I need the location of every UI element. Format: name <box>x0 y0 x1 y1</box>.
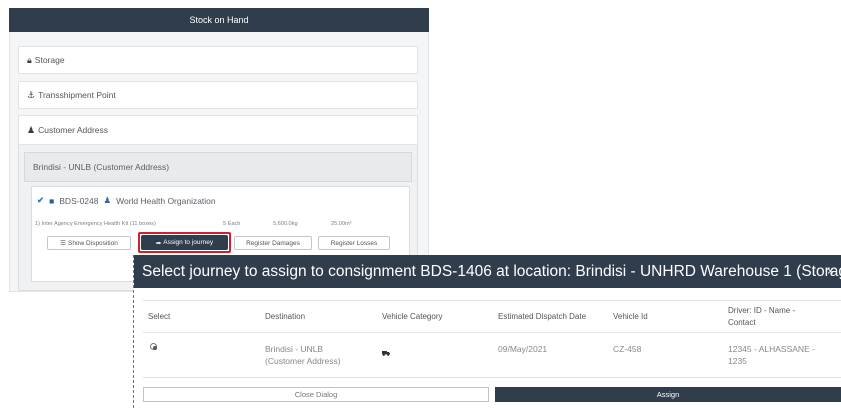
user-icon: ♟︎ <box>27 124 36 135</box>
dialog-title: Select journey to assign to consignment … <box>142 262 841 280</box>
check-icon: ✔ <box>37 195 45 205</box>
item-volume: 25.00m³ <box>331 221 352 227</box>
table-top-divider <box>143 300 841 301</box>
show-disposition-button[interactable]: ☰ Show Disposition <box>47 236 131 250</box>
row-driver: 12345 - ALHASSANE - 1235 <box>728 344 815 366</box>
consignment-organization: World Health Organization <box>116 195 216 206</box>
item-weight: 5,600.0kg <box>273 221 298 227</box>
accordion-storage[interactable]: 🔒︎ Storage <box>18 46 418 74</box>
assign-highlight-box <box>138 232 231 253</box>
accordion-transshipment[interactable]: ⚓︎ Transshipment Point <box>18 81 418 109</box>
stock-on-hand-header: Stock on Hand <box>9 8 429 32</box>
col-header-dispatch-date: Estimated Dispatch Date <box>498 312 587 321</box>
location-row-label: Brindisi - UNLB (Customer Address) <box>33 162 170 172</box>
accordion-customer-address[interactable]: ♟︎ Customer Address <box>18 115 418 145</box>
consignment-header: ✔ ■ BDS-0248 ♟︎ World Health Organizatio… <box>37 195 216 206</box>
col-header-select: Select <box>148 312 171 321</box>
register-damages-button[interactable]: Register Damages <box>234 236 312 250</box>
row-vehicle-id: CZ-458 <box>613 344 642 354</box>
lock-icon: 🔒︎ <box>27 54 32 65</box>
stock-on-hand-title: Stock on Hand <box>189 15 249 25</box>
item-line: 1) Inter Agency Emergency Health Kit (11… <box>35 221 395 227</box>
dialog-header: Select journey to assign to consignment … <box>134 255 841 288</box>
bookmark-icon: ■ <box>49 195 55 206</box>
col-header-destination: Destination <box>265 312 306 321</box>
col-header-driver: Driver: ID - Name - Contact <box>728 306 796 327</box>
col-header-vehicle-id: Vehicle Id <box>613 312 648 321</box>
accordion-transshipment-label: Transshipment Point <box>38 90 116 100</box>
truck-icon <box>382 343 390 356</box>
row-dispatch-date: 09/May/2021 <box>498 344 548 354</box>
col-header-vehicle-category: Vehicle Category <box>382 312 443 321</box>
accordion-storage-label: Storage <box>34 55 65 65</box>
list-icon: ☰ <box>60 240 66 247</box>
table-bottom-divider <box>143 377 841 378</box>
anchor-icon: ⚓︎ <box>27 89 36 100</box>
item-description: 1) Inter Agency Emergency Health Kit (11… <box>35 221 156 227</box>
consignment-id[interactable]: BDS-0248 <box>59 196 98 206</box>
table-header-divider <box>143 332 841 333</box>
register-losses-button[interactable]: Register Losses <box>318 236 390 250</box>
location-row[interactable]: Brindisi - UNLB (Customer Address) <box>24 152 412 182</box>
close-icon[interactable]: × <box>827 264 834 278</box>
item-quantity: 5 Each <box>223 221 241 227</box>
assign-button[interactable]: Assign <box>495 387 841 402</box>
org-user-icon: ♟︎ <box>103 195 112 205</box>
journey-select-radio[interactable] <box>150 343 157 350</box>
accordion-customer-address-label: Customer Address <box>38 125 108 135</box>
row-destination: Brindisi - UNLB (Customer Address) <box>265 344 341 366</box>
close-dialog-button[interactable]: Close Dialog <box>143 387 489 402</box>
